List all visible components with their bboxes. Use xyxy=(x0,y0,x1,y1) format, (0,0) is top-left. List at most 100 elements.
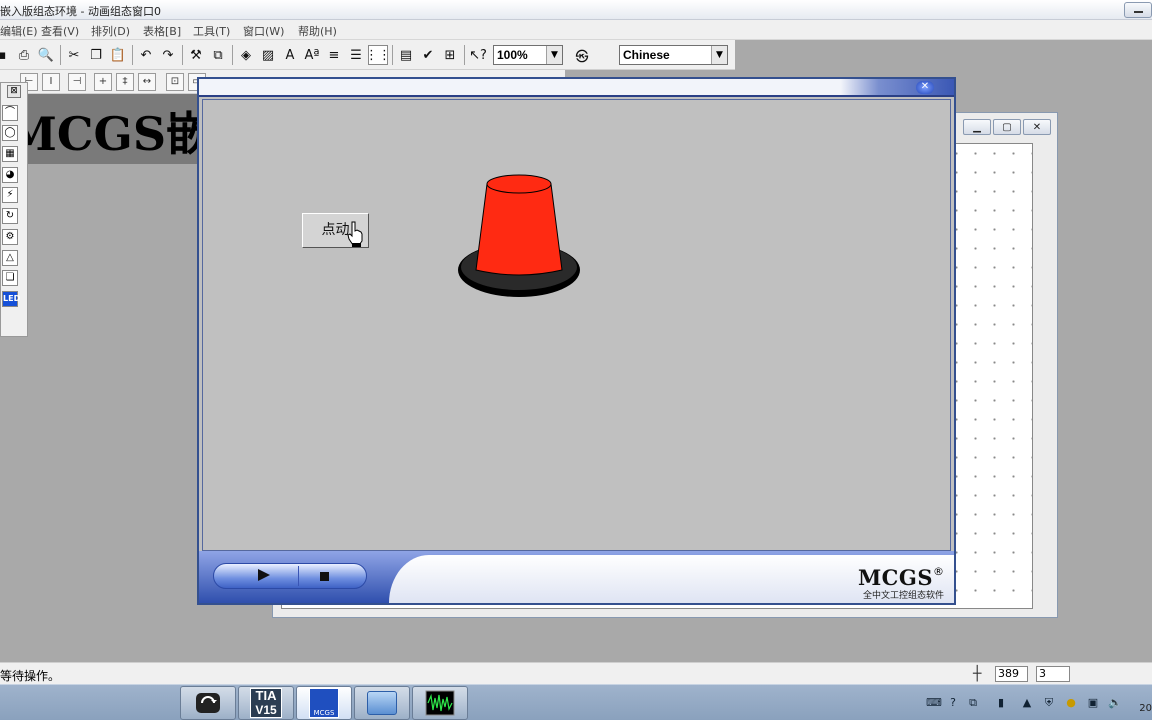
zoom-select[interactable]: 100% ▼ xyxy=(493,45,563,65)
drawing-toolbox: ⊠ ⌒ ◯ ▦ ◕ ⚡ ↻ ⚙ △ ❏ LED xyxy=(0,82,28,337)
mcgs-icon[interactable]: MCGS xyxy=(296,686,352,720)
canvas-heading[interactable]: MCGS嵌入 xyxy=(0,94,200,164)
simulator-titlebar: ✕ xyxy=(199,79,954,97)
led-tool-icon[interactable]: LED xyxy=(2,291,20,307)
check-icon[interactable]: ✔ xyxy=(418,45,438,65)
brand-panel: MCGS® 全中文工控组态软件 xyxy=(389,555,954,603)
hand-cursor-icon xyxy=(347,221,363,247)
grid-icon[interactable]: ⋮⋮ xyxy=(365,45,391,65)
align-center-icon[interactable]: I xyxy=(42,73,60,91)
stop-icon[interactable] xyxy=(320,572,329,581)
menu-view[interactable]: 查看(V) xyxy=(41,23,79,39)
heading-text: MCGS嵌入 xyxy=(6,107,200,161)
battery-icon[interactable]: ▮ xyxy=(994,696,1008,710)
paste-icon[interactable]: 📋 xyxy=(108,45,128,65)
horizontal-center-icon[interactable]: ↔ xyxy=(138,73,156,91)
network-icon[interactable]: ▣ xyxy=(1086,696,1100,710)
rotate-tool-icon[interactable]: ↻ xyxy=(2,208,18,224)
minimize-icon[interactable]: ▁ xyxy=(963,119,991,135)
same-size-icon[interactable]: ⊡ xyxy=(166,73,184,91)
title-bar: 嵌入版组态环境 - 动画组态窗口0 xyxy=(0,0,1152,20)
clock[interactable]: 20 xyxy=(1139,703,1152,714)
library-tool-icon[interactable]: ◕ xyxy=(2,167,18,183)
print-preview-icon[interactable]: 🔍 xyxy=(36,45,56,65)
tia-portal-icon[interactable]: TIA V15 xyxy=(238,686,294,720)
menu-table[interactable]: 表格[B] xyxy=(143,23,181,39)
simulator-canvas: 点动 xyxy=(202,99,951,551)
vertical-center-icon[interactable]: ‡ xyxy=(116,73,134,91)
layer-tool-icon[interactable]: ❏ xyxy=(2,270,18,286)
image-tool-icon[interactable]: ▦ xyxy=(2,146,18,162)
copy-icon[interactable]: ❐ xyxy=(86,45,106,65)
chevron-down-icon[interactable]: ▼ xyxy=(546,46,562,64)
volume-icon[interactable]: 🔈 xyxy=(1108,696,1122,710)
zoom-value: 100% xyxy=(497,48,528,62)
chevron-down-icon[interactable]: ▼ xyxy=(711,46,727,64)
tools-icon[interactable]: ⚒ xyxy=(186,45,206,65)
control-panel-icon[interactable] xyxy=(354,686,410,720)
update-icon[interactable]: ● xyxy=(1064,696,1078,710)
pipe-tool-icon[interactable]: ⚙ xyxy=(2,229,18,245)
indicator-lamp xyxy=(458,174,580,297)
language-value: Chinese xyxy=(623,48,670,62)
crosshair-icon: ┼ xyxy=(973,666,982,682)
menu-help[interactable]: 帮助(H) xyxy=(298,23,337,39)
tia-label-bottom: V15 xyxy=(255,703,277,717)
tray-expand-icon[interactable]: ▲ xyxy=(1020,696,1034,710)
brand-subtitle: 全中文工控组态软件 xyxy=(862,591,944,601)
alarm-tool-icon[interactable]: △ xyxy=(2,250,18,266)
menu-tools[interactable]: 工具(T) xyxy=(193,23,230,39)
help-pointer-icon[interactable]: ↖? xyxy=(468,45,488,65)
standard-toolbar: ▪ ⎙ 🔍 ✂ ❐ 📋 ↶ ↷ ⚒ ⧉ ◈ ▨ A Aª ≡ ☰ ⋮⋮ ▤ ✔ … xyxy=(0,40,735,70)
cut-icon[interactable]: ✂ xyxy=(64,45,84,65)
simulator-control-bar: MCGS® 全中文工控组态软件 xyxy=(199,551,954,603)
save-icon[interactable]: ▪ xyxy=(0,45,12,65)
help-icon[interactable]: ? xyxy=(946,696,960,710)
keyboard-icon[interactable]: ⌨ xyxy=(926,696,942,710)
play-icon[interactable] xyxy=(258,569,270,581)
close-icon[interactable]: ✕ xyxy=(1023,119,1051,135)
coord-y: 3 xyxy=(1036,666,1070,682)
menu-arrange[interactable]: 排列(D) xyxy=(91,23,130,39)
registered-mark: ® xyxy=(933,565,944,578)
frame-icon[interactable]: ⧉ xyxy=(208,45,228,65)
print-icon[interactable]: ⎙ xyxy=(14,45,34,65)
line-width-icon[interactable]: ☰ xyxy=(346,45,366,65)
flow-tool-icon[interactable]: ⚡ xyxy=(2,187,18,203)
close-icon[interactable]: ✕ xyxy=(916,81,934,94)
arc-tool-icon[interactable]: ⌒ xyxy=(2,105,18,121)
security-icon[interactable]: ⛨ xyxy=(1042,696,1056,710)
fill-color-icon[interactable]: ◈ xyxy=(236,45,256,65)
language-select[interactable]: Chinese ▼ xyxy=(619,45,728,65)
line-type-icon[interactable]: ≡ xyxy=(324,45,344,65)
redo-icon[interactable]: ↷ xyxy=(158,45,178,65)
brand-name: MCGS xyxy=(857,565,933,590)
oscilloscope-icon[interactable] xyxy=(412,686,468,720)
playback-controls xyxy=(213,563,367,589)
undo-icon[interactable]: ↶ xyxy=(136,45,156,65)
ellipse-tool-icon[interactable]: ◯ xyxy=(2,125,18,141)
align-right-icon[interactable]: ⊣ xyxy=(68,73,86,91)
restore-icon[interactable]: ⧉ xyxy=(966,696,980,710)
mcgs-logo: MCGS® 全中文工控组态软件 xyxy=(858,565,944,601)
menu-window[interactable]: 窗口(W) xyxy=(243,23,284,39)
font-color-icon[interactable]: A xyxy=(280,45,300,65)
center-icon[interactable]: + xyxy=(94,73,112,91)
font-icon[interactable]: Aª xyxy=(302,45,322,65)
coord-x: 389 xyxy=(995,666,1028,682)
simulator-window: ✕ 点动 MCGS® 全中文工控组态软件 xyxy=(197,77,956,605)
language-icon[interactable]: ㉿ xyxy=(572,45,592,65)
window-title: 嵌入版组态环境 - 动画组态窗口0 xyxy=(0,5,161,18)
properties-icon[interactable]: ▤ xyxy=(396,45,416,65)
status-message: 等待操作。 xyxy=(0,669,61,683)
compile-icon[interactable]: ⊞ xyxy=(440,45,460,65)
minimize-button[interactable] xyxy=(1124,2,1152,18)
windows-switcher-icon[interactable] xyxy=(180,686,236,720)
close-icon[interactable]: ⊠ xyxy=(7,85,21,98)
maximize-icon[interactable]: ▢ xyxy=(993,119,1021,135)
status-bar: 等待操作。 ┼ 389 3 xyxy=(0,662,1152,684)
minimize-icon xyxy=(1134,11,1143,13)
mcgs-taskbar-label: MCGS xyxy=(309,688,339,718)
menu-edit[interactable]: 编辑(E) xyxy=(0,23,38,39)
line-color-icon[interactable]: ▨ xyxy=(258,45,278,65)
